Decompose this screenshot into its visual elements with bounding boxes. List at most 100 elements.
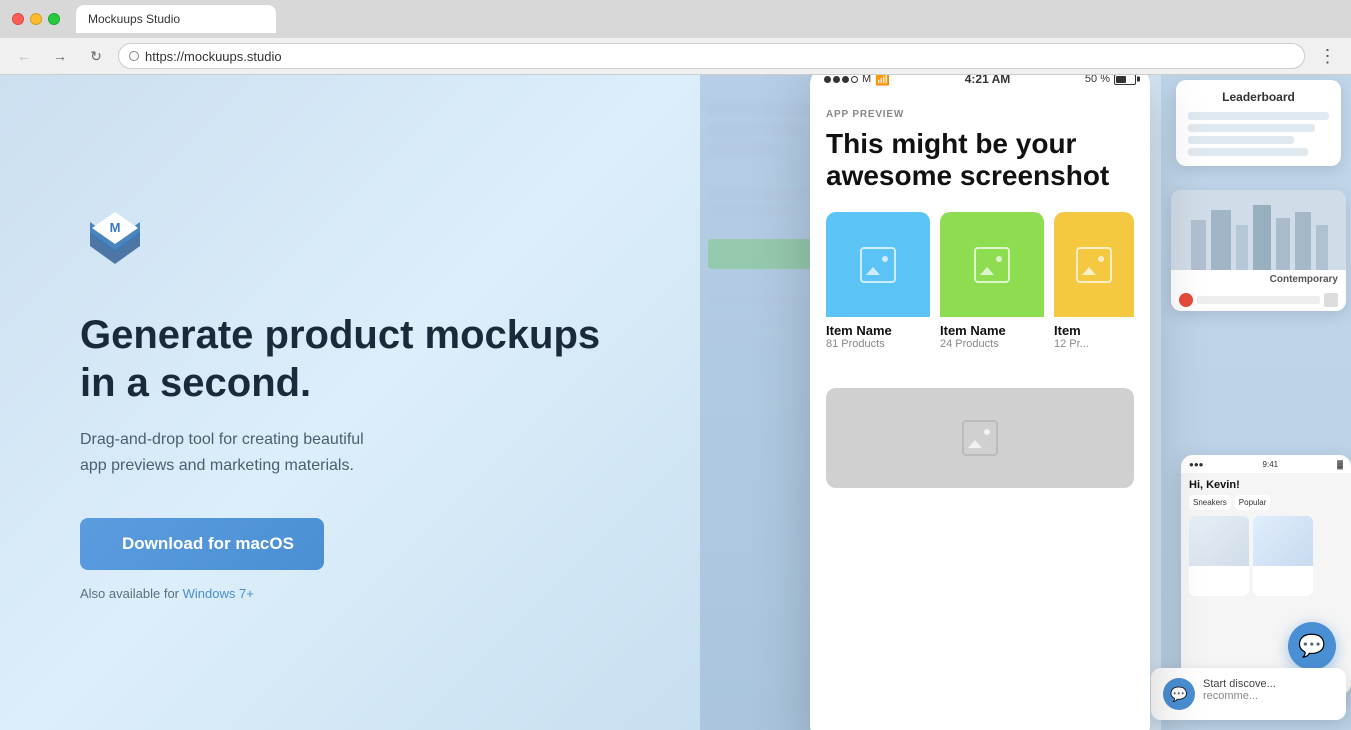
small-product-cards xyxy=(1189,516,1343,596)
small-phone-status: ●●● 9:41 ▓ xyxy=(1181,455,1351,473)
item-card-2-name: Item Name xyxy=(940,323,1044,338)
back-button[interactable]: ← xyxy=(10,42,38,70)
also-available-text: Also available for Windows 7+ xyxy=(80,586,620,601)
preview-section: M 📶 4:21 AM 50 % APP PREVIEW This might … xyxy=(700,75,1351,730)
address-bar[interactable]: https://mockuups.studio xyxy=(118,43,1305,69)
item-card-3-image xyxy=(1054,212,1134,317)
hero-section: M Generate product mockups in a second. … xyxy=(0,75,700,730)
discover-chat-icon: 💬 xyxy=(1163,678,1195,710)
item-card-2: Item Name 24 Products xyxy=(940,212,1044,356)
chat-icon: 💬 xyxy=(1298,633,1325,659)
status-left: M 📶 xyxy=(824,75,890,86)
action-dot-1 xyxy=(1179,293,1193,307)
leaderboard-card: Leaderboard xyxy=(1176,80,1341,166)
signal-dot-2 xyxy=(833,76,840,83)
lb-row-1 xyxy=(1188,112,1329,120)
app-preview-title: This might be your awesome screenshot xyxy=(826,128,1134,192)
item-card-1-count: 81 Products xyxy=(826,338,930,350)
small-item-popular: Popular xyxy=(1235,495,1271,510)
minimize-button[interactable] xyxy=(30,13,42,25)
lb-row-3 xyxy=(1188,136,1294,144)
item-card-1-info: Item Name 81 Products xyxy=(826,317,930,356)
discover-title: Start discove... xyxy=(1203,678,1276,690)
item-card-1-image xyxy=(826,212,930,317)
item-card-3: Item 12 Pr... xyxy=(1054,212,1134,356)
phone-mockup: M 📶 4:21 AM 50 % APP PREVIEW This might … xyxy=(810,75,1150,730)
item-card-3-name: Item xyxy=(1054,323,1134,338)
logo-container: M xyxy=(80,204,620,279)
lb-row-2 xyxy=(1188,124,1315,132)
browser-toolbar: ← → ↻ https://mockuups.studio ⋮ xyxy=(0,38,1351,75)
battery-fill xyxy=(1116,76,1126,83)
status-time: 4:21 AM xyxy=(965,75,1011,86)
hero-subtitle: Drag-and-drop tool for creating beautifu… xyxy=(80,427,620,478)
contemporary-card: Contemporary xyxy=(1171,190,1346,311)
left-bg-panel xyxy=(700,75,820,730)
forward-button[interactable]: → xyxy=(46,42,74,70)
item-card-2-info: Item Name 24 Products xyxy=(940,317,1044,356)
download-btn-label: Download for macOS xyxy=(122,534,294,554)
action-line-1 xyxy=(1197,296,1320,304)
wifi-icon: 📶 xyxy=(875,75,890,86)
signal-dot-3 xyxy=(842,76,849,83)
status-right: 50 % xyxy=(1085,75,1136,85)
battery-icon xyxy=(1114,75,1136,85)
app-logo: M xyxy=(80,204,150,274)
discover-text-block: Start discove... recomme... xyxy=(1203,678,1276,702)
small-item-sneakers: Sneakers xyxy=(1189,495,1231,510)
page-content: M Generate product mockups in a second. … xyxy=(0,75,1351,730)
bottom-placeholder-image xyxy=(826,388,1134,488)
browser-menu-button[interactable]: ⋮ xyxy=(1313,42,1341,70)
discover-icon-symbol: 💬 xyxy=(1170,686,1187,703)
search-icon xyxy=(129,51,139,61)
item-card-3-info: Item 12 Pr... xyxy=(1054,317,1134,356)
close-button[interactable] xyxy=(12,13,24,25)
small-greeting: Hi, Kevin! xyxy=(1189,479,1343,491)
discover-subtitle: recomme... xyxy=(1203,690,1276,702)
browser-titlebar: Mockuups Studio xyxy=(0,0,1351,38)
item-card-2-count: 24 Products xyxy=(940,338,1044,350)
contemporary-label: Contemporary xyxy=(1171,270,1346,289)
active-tab[interactable]: Mockuups Studio xyxy=(76,5,276,33)
contemporary-actions xyxy=(1171,289,1346,311)
small-time: 9:41 xyxy=(1263,460,1279,469)
image-placeholder-icon-2 xyxy=(974,247,1010,283)
small-product-2 xyxy=(1253,516,1313,596)
small-signal: ●●● xyxy=(1189,460,1204,469)
small-tags: Sneakers Popular xyxy=(1189,495,1343,510)
contemporary-image xyxy=(1171,190,1346,270)
item-card-2-image xyxy=(940,212,1044,317)
lb-row-4 xyxy=(1188,148,1308,156)
bottom-image-icon xyxy=(962,420,998,456)
leaderboard-title: Leaderboard xyxy=(1188,90,1329,104)
small-battery: ▓ xyxy=(1337,460,1343,469)
items-grid: Item Name 81 Products Item Name 24 Produ… xyxy=(826,212,1134,356)
signal-dot-1 xyxy=(824,76,831,83)
signal-dots xyxy=(824,76,858,83)
tab-title: Mockuups Studio xyxy=(88,12,180,26)
tab-area: Mockuups Studio xyxy=(76,5,1339,33)
url-text: https://mockuups.studio xyxy=(145,49,282,64)
refresh-button[interactable]: ↻ xyxy=(82,42,110,70)
image-placeholder-icon-3 xyxy=(1076,247,1112,283)
item-card-1: Item Name 81 Products xyxy=(826,212,930,356)
battery-percent: 50 % xyxy=(1085,75,1110,85)
small-product-1 xyxy=(1189,516,1249,596)
chat-bubble-button[interactable]: 💬 xyxy=(1288,622,1336,670)
download-macos-button[interactable]: Download for macOS xyxy=(80,518,324,570)
action-btn xyxy=(1324,293,1338,307)
contemporary-svg xyxy=(1171,190,1346,270)
item-card-1-name: Item Name xyxy=(826,323,930,338)
signal-dot-4 xyxy=(851,76,858,83)
windows-link[interactable]: Windows 7+ xyxy=(183,586,254,601)
carrier-label: M xyxy=(862,75,871,85)
maximize-button[interactable] xyxy=(48,13,60,25)
item-card-3-count: 12 Pr... xyxy=(1054,338,1134,350)
phone-app-content: APP PREVIEW This might be your awesome s… xyxy=(810,93,1150,388)
browser-chrome: Mockuups Studio ← → ↻ https://mockuups.s… xyxy=(0,0,1351,75)
image-placeholder-icon-1 xyxy=(860,247,896,283)
app-preview-label: APP PREVIEW xyxy=(826,109,1134,120)
hero-title: Generate product mockups in a second. xyxy=(80,311,620,407)
discover-card: 💬 Start discove... recomme... xyxy=(1151,668,1346,720)
phone-bottom xyxy=(810,388,1150,488)
